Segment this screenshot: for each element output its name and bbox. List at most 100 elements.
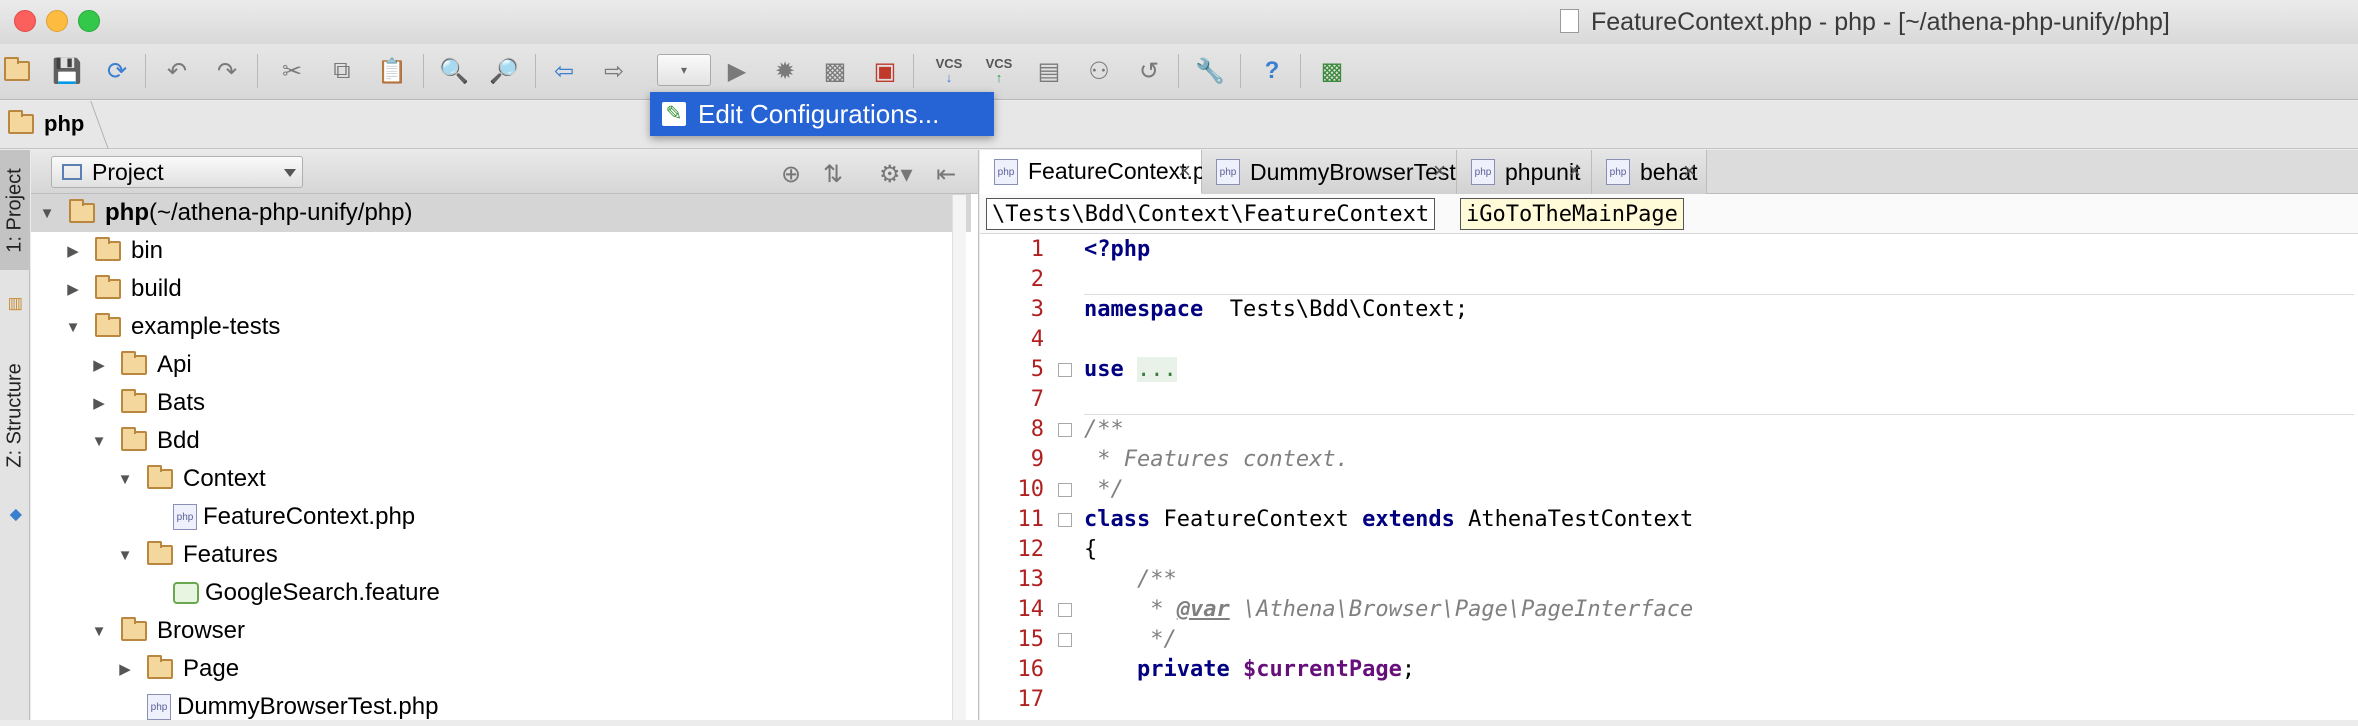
fold-marker-icon[interactable]: [1058, 603, 1072, 617]
nav-crumb-php[interactable]: php: [8, 110, 84, 137]
line-number: 15: [1017, 627, 1045, 652]
hide-panel-icon[interactable]: ⇤: [936, 160, 956, 189]
close-tab-icon[interactable]: ×: [1568, 158, 1581, 184]
php-file-icon: php: [994, 159, 1018, 185]
copy-icon[interactable]: ⧉: [325, 54, 359, 88]
fold-marker-icon[interactable]: [1058, 423, 1072, 437]
tree-item[interactable]: php FeatureContext.php: [31, 498, 971, 536]
folder-icon: [147, 541, 173, 565]
tree-item[interactable]: ▼ Bdd: [31, 422, 971, 460]
collapsed-arrow-icon[interactable]: ▶: [91, 356, 107, 374]
tree-item[interactable]: ▶ Api: [31, 346, 971, 384]
tree-item-label: Features: [183, 541, 278, 568]
code-token: $currentPage: [1242, 657, 1402, 682]
vcs-commit-icon[interactable]: VCS ↑: [982, 54, 1016, 88]
tree-item[interactable]: ▼ Features: [31, 536, 971, 574]
tree-item[interactable]: ▶ Page: [31, 650, 971, 688]
fold-marker-icon[interactable]: [1058, 513, 1072, 527]
redo-icon[interactable]: ↷: [210, 54, 244, 88]
code-token: <?php: [1084, 237, 1151, 262]
collapsed-arrow-icon[interactable]: ▶: [65, 280, 81, 298]
tree-item[interactable]: ▼ Browser: [31, 612, 971, 650]
tab-project[interactable]: 1: Project: [0, 150, 30, 270]
editor-tab[interactable]: php phpunit ×: [1457, 150, 1592, 194]
fold-marker-icon[interactable]: [1058, 633, 1072, 647]
debug-icon[interactable]: ✹: [768, 54, 802, 88]
revert-icon[interactable]: ↺: [1132, 54, 1166, 88]
save-icon[interactable]: 💾: [50, 54, 84, 88]
code-line: namespace Tests\Bdd\Context;: [1084, 295, 2354, 325]
breadcrumb-class[interactable]: \Tests\Bdd\Context\FeatureContext: [986, 198, 1436, 230]
collapsed-arrow-icon[interactable]: ▶: [117, 660, 133, 678]
collapse-all-icon[interactable]: ⇅: [823, 160, 843, 189]
find-icon[interactable]: 🔍: [437, 54, 471, 88]
tree-item[interactable]: ▶ build: [31, 270, 971, 308]
tree-item[interactable]: ▶ bin: [31, 232, 971, 270]
locate-icon[interactable]: ⊕: [781, 160, 801, 189]
edit-configurations-menu-item[interactable]: ✎ Edit Configurations...: [650, 92, 994, 136]
tree-item-label: Api: [157, 351, 192, 378]
fold-marker-icon[interactable]: [1058, 483, 1072, 497]
collapsed-arrow-icon[interactable]: ▶: [91, 394, 107, 412]
cut-icon[interactable]: ✂: [275, 54, 309, 88]
code-line: use ...: [1084, 355, 2354, 385]
run-icon[interactable]: ▶: [720, 54, 754, 88]
editor-area: php FeatureContext.php × php DummyBrowserTes…: [980, 150, 2358, 720]
vcs-history-icon[interactable]: ▤: [1032, 54, 1066, 88]
editor-tab[interactable]: php DummyBrowserTest.php ×: [1202, 150, 1501, 194]
editor-tab[interactable]: php behat ×: [1592, 150, 1707, 194]
tab-label: FeatureContext.php: [1028, 158, 1232, 184]
code-line: */: [1084, 625, 2354, 655]
project-scrollbar[interactable]: [952, 195, 966, 720]
expanded-arrow-icon[interactable]: ▼: [117, 547, 133, 564]
paste-icon[interactable]: 📋: [375, 54, 409, 88]
open-folder-icon[interactable]: [0, 54, 34, 88]
expanded-arrow-icon[interactable]: ▼: [91, 623, 107, 640]
folder-icon: [121, 351, 147, 375]
tree-item[interactable]: ▼ php (~/athena-php-unify/php): [31, 194, 971, 232]
close-tab-icon[interactable]: ×: [1433, 158, 1446, 184]
replace-icon[interactable]: 🔎: [487, 54, 521, 88]
tree-item-label: php: [105, 199, 149, 226]
gear-icon[interactable]: ⚙▾: [879, 160, 913, 189]
code-token: ...: [1137, 357, 1177, 382]
vcs-annotate-icon[interactable]: ⚇: [1082, 54, 1116, 88]
dropdown-arrow-icon: [284, 169, 296, 177]
expanded-arrow-icon[interactable]: ▼: [117, 471, 133, 488]
coverage-icon[interactable]: ▩: [818, 54, 852, 88]
project-view-selector[interactable]: Project: [51, 156, 303, 188]
forward-icon[interactable]: ⇨: [597, 54, 631, 88]
close-tab-icon[interactable]: ×: [1683, 158, 1696, 184]
collapsed-arrow-icon[interactable]: ▶: [65, 242, 81, 260]
code-area[interactable]: <?php namespace Tests\Bdd\Context; use ...…: [1084, 235, 2354, 715]
tree-item[interactable]: php DummyBrowserTest.php: [31, 688, 971, 726]
fold-marker-icon[interactable]: [1058, 363, 1072, 377]
sdk-icon[interactable]: ▩: [1315, 54, 1349, 88]
tree-item[interactable]: ▼ Context: [31, 460, 971, 498]
expanded-arrow-icon[interactable]: ▼: [39, 205, 55, 222]
back-icon[interactable]: ⇦: [547, 54, 581, 88]
maximize-window-button[interactable]: [78, 10, 100, 32]
method-separator: [1084, 414, 2354, 415]
help-icon[interactable]: ?: [1255, 54, 1289, 88]
minimize-window-button[interactable]: [46, 10, 68, 32]
stop-icon[interactable]: ▣: [868, 54, 902, 88]
tree-item[interactable]: ▼ example-tests: [31, 308, 971, 346]
undo-icon[interactable]: ↶: [160, 54, 194, 88]
tree-item[interactable]: GoogleSearch.feature: [31, 574, 971, 612]
sync-icon[interactable]: ⟳: [100, 54, 134, 88]
settings-icon[interactable]: 🔧: [1193, 54, 1227, 88]
tab-structure[interactable]: Z: Structure: [0, 340, 30, 490]
close-tab-icon[interactable]: ×: [1178, 158, 1191, 184]
tree-item[interactable]: ▶ Bats: [31, 384, 971, 422]
editor-tab[interactable]: php FeatureContext.php ×: [980, 150, 1231, 194]
tree-item-label: example-tests: [131, 313, 281, 340]
breadcrumb-method[interactable]: iGoToTheMainPage: [1460, 198, 1684, 230]
expanded-arrow-icon[interactable]: ▼: [91, 433, 107, 450]
vcs-update-icon[interactable]: VCS ↓: [932, 54, 966, 88]
run-config-combo[interactable]: ▾: [657, 54, 711, 86]
expanded-arrow-icon[interactable]: ▼: [65, 319, 81, 336]
close-window-button[interactable]: [14, 10, 36, 32]
